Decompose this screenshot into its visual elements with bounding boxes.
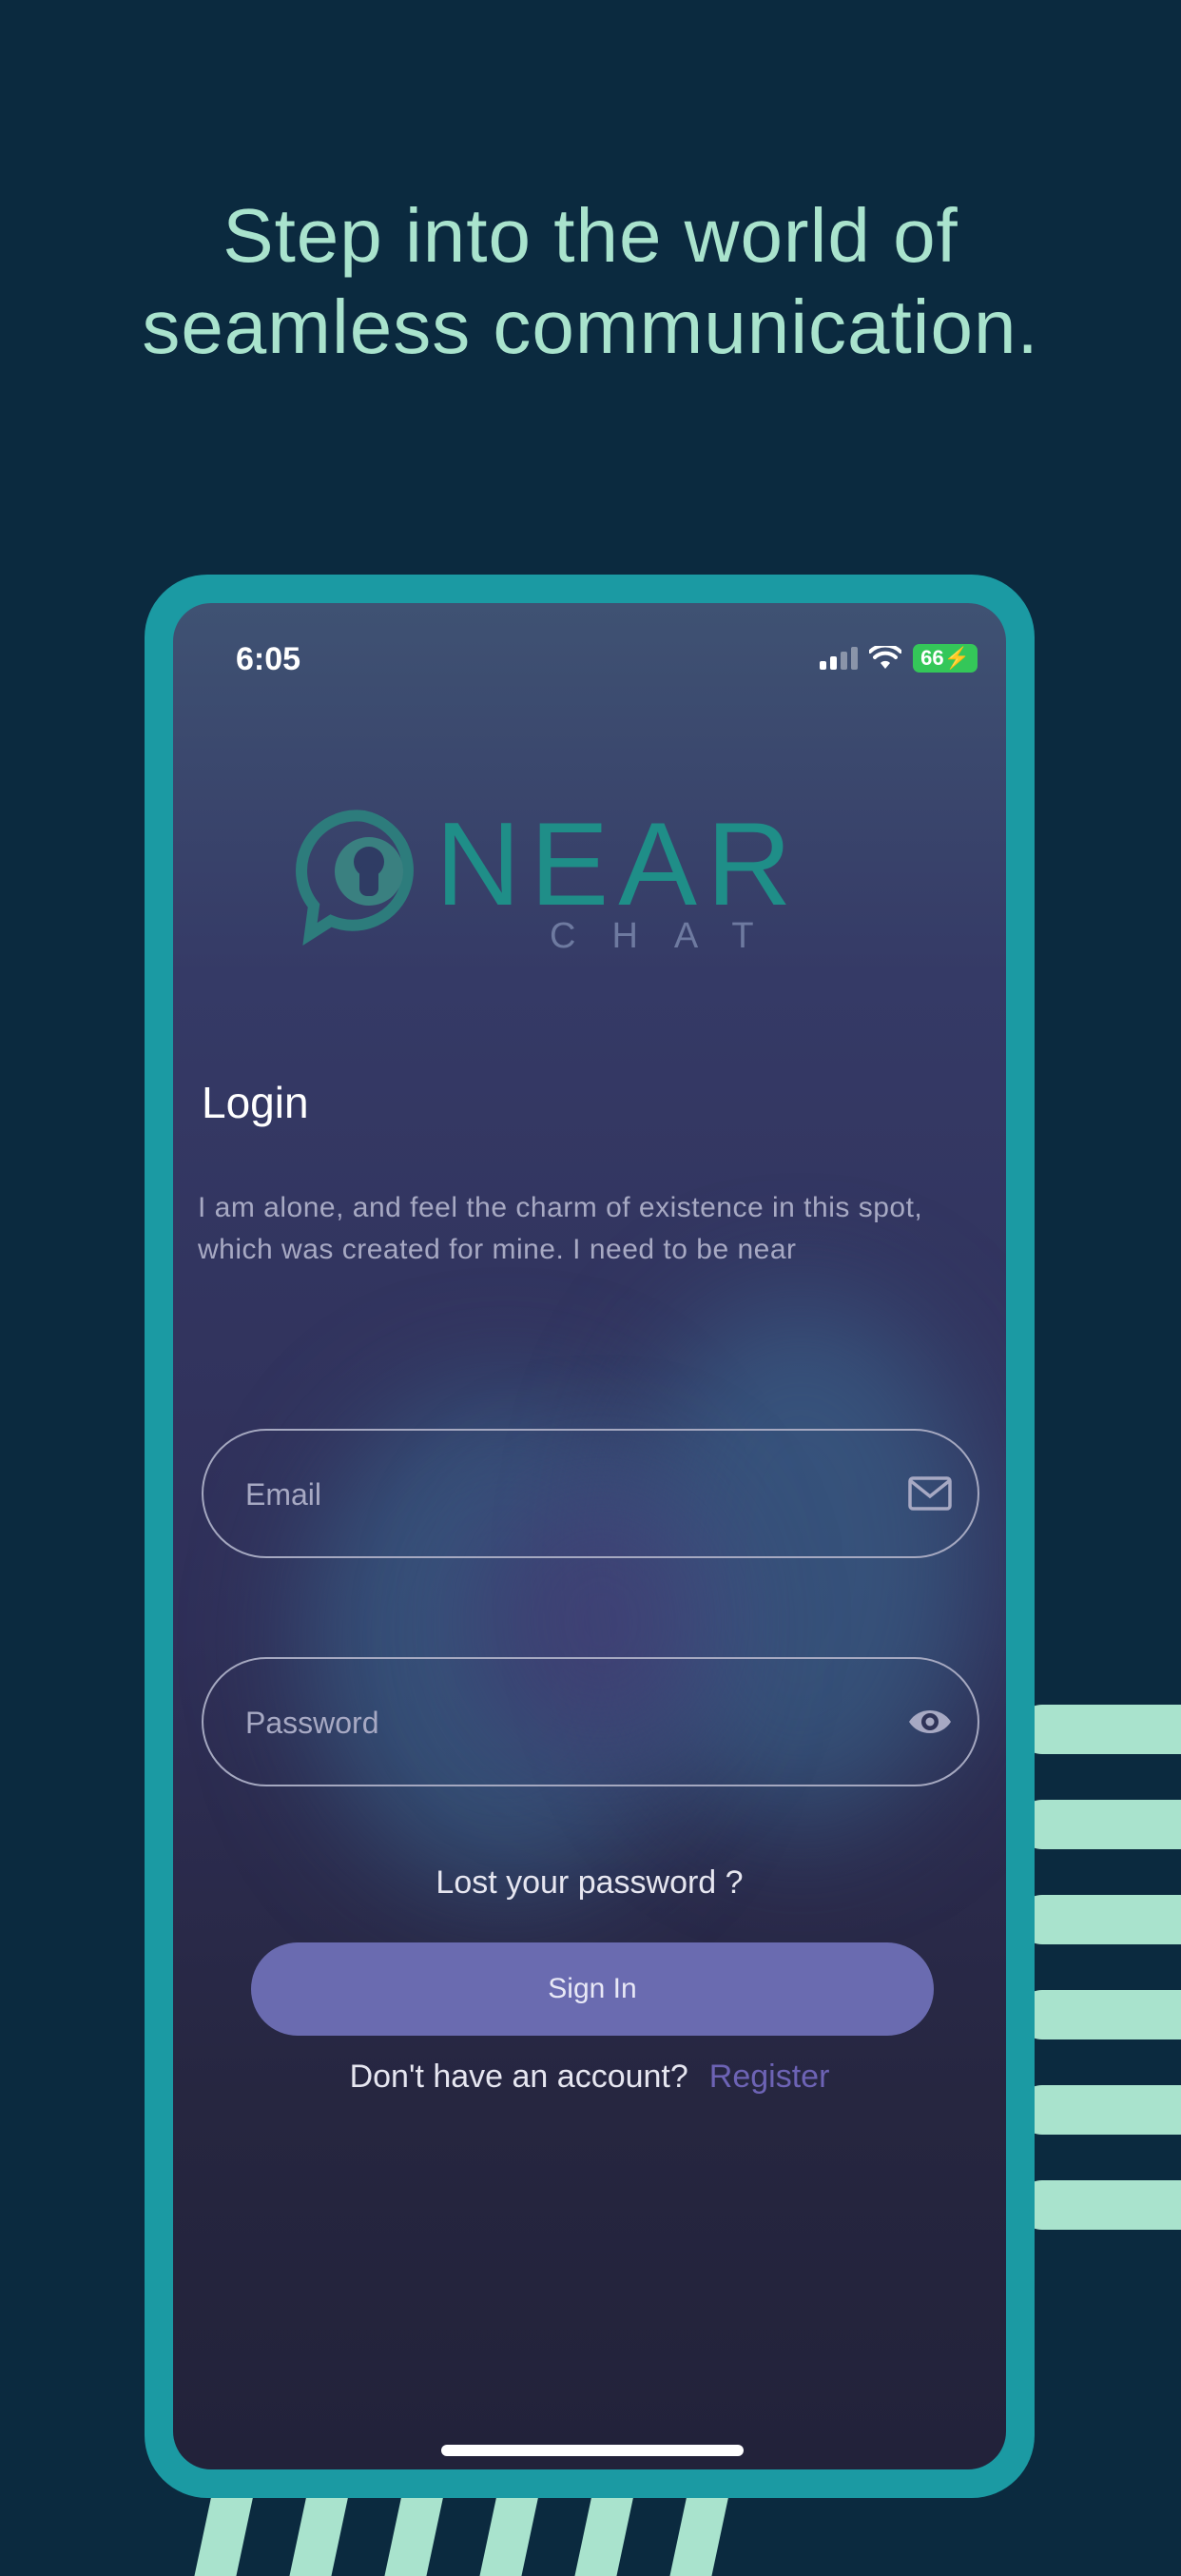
headline-line-2: seamless communication. [142,284,1039,369]
stripe [1017,1705,1181,1754]
register-row: Don't have an account? Register [173,2059,1006,2096]
logo-word: NEAR [436,799,802,930]
phone-frame: 6:05 66⚡ NEAR CHAT Login I am alone, and… [145,575,1035,2498]
lost-password-link[interactable]: Lost your password ? [173,1864,1006,1902]
stripe [1017,2085,1181,2135]
stripe [574,2490,635,2576]
status-time: 6:05 [236,641,301,677]
stripe [1017,1800,1181,1849]
wifi-icon [869,646,902,669]
status-icons: 66⚡ [820,643,978,673]
phone-screen: 6:05 66⚡ NEAR CHAT Login I am alone, and… [173,603,1006,2469]
email-field[interactable] [202,1429,979,1558]
home-indicator[interactable] [441,2445,744,2456]
battery-level: 66 [920,646,944,670]
stripe [1017,1895,1181,1944]
login-description: I am alone, and feel the charm of existe… [198,1192,923,1265]
email-input[interactable] [243,1431,875,1558]
stripe [1017,1990,1181,2039]
promo-headline: Step into the world of seamless communic… [0,190,1181,373]
stripe [669,2490,730,2576]
logo-subtitle: CHAT [550,916,790,956]
stripe [1017,2180,1181,2230]
chat-bubble-logo-icon [296,810,414,946]
stripe [194,2490,255,2576]
password-input[interactable] [243,1659,875,1786]
stripe [289,2490,350,2576]
page-title: Login [202,1078,309,1127]
stripe [479,2490,540,2576]
signal-icon [820,647,859,670]
mail-icon [908,1476,952,1511]
charging-bolt-icon: ⚡ [943,646,970,670]
sign-in-button[interactable]: Sign In [251,1942,934,2036]
password-field[interactable] [202,1657,979,1786]
near-chat-logo: NEAR CHAT [293,803,792,956]
register-question: Don't have an account? [349,2059,688,2095]
stripe [384,2490,445,2576]
headline-line-1: Step into the world of [223,193,958,278]
eye-icon[interactable] [907,1701,953,1743]
battery-icon: 66⚡ [913,644,978,673]
register-link[interactable]: Register [709,2059,830,2095]
